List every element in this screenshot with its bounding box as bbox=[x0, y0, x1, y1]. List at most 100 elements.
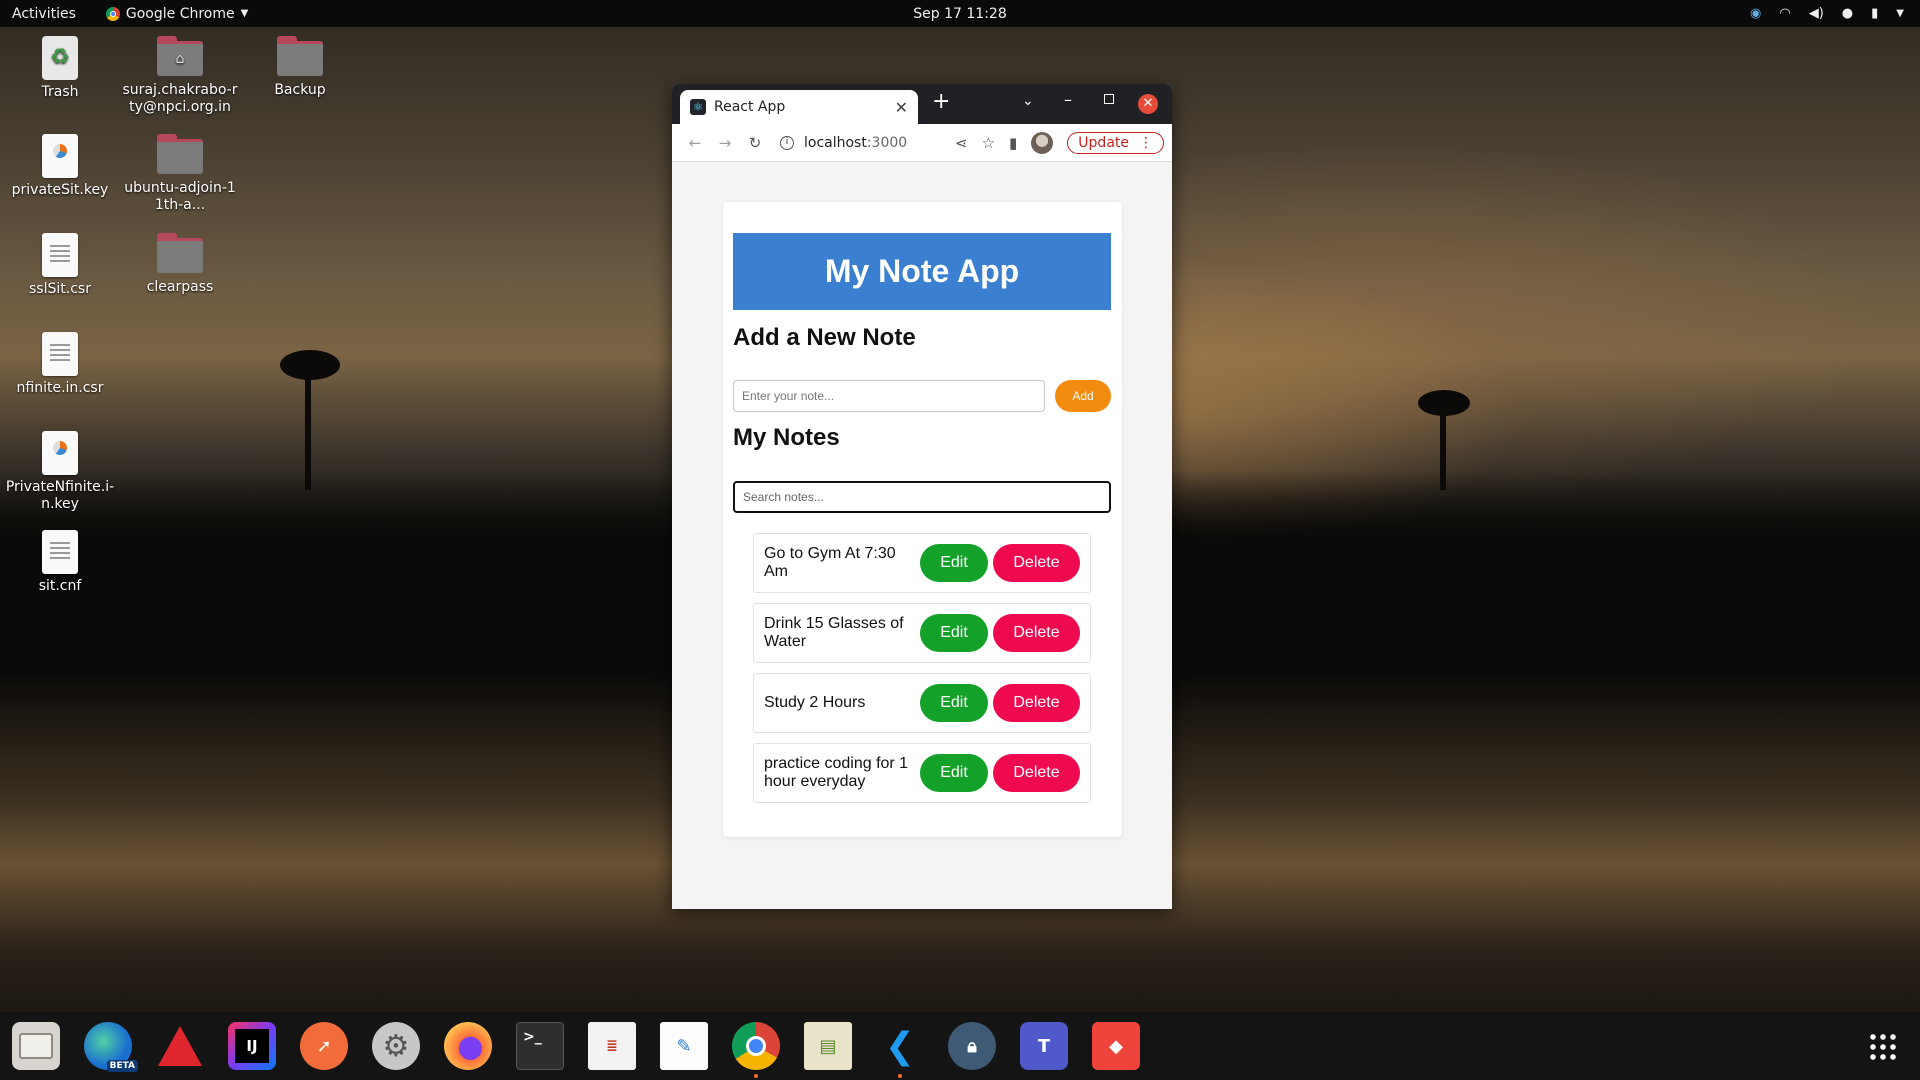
activities-button[interactable]: Activities bbox=[12, 6, 76, 22]
bookmark-star-icon[interactable]: ☆ bbox=[982, 134, 995, 152]
share-icon[interactable]: ⋖ bbox=[955, 134, 968, 152]
maximize-button[interactable] bbox=[1104, 94, 1114, 104]
note-app-card: My Note App Add a New Note Add My Notes … bbox=[723, 202, 1122, 837]
update-label: Update bbox=[1078, 134, 1129, 151]
delete-note-button[interactable]: Delete bbox=[993, 544, 1080, 582]
files-icon[interactable] bbox=[12, 1022, 60, 1070]
tab-search-chevron-icon[interactable]: ⌄ bbox=[1022, 93, 1034, 109]
address-bar[interactable]: i localhost:3000 bbox=[780, 135, 907, 151]
url-port: :3000 bbox=[866, 134, 908, 151]
app-title: My Note App bbox=[733, 233, 1111, 310]
text-editor-icon[interactable]: ✎ bbox=[660, 1022, 708, 1070]
desktop-icon-backup[interactable]: Backup bbox=[240, 36, 360, 99]
key-file-icon bbox=[42, 134, 78, 178]
new-tab-button[interactable]: + bbox=[932, 89, 950, 114]
edit-note-button[interactable]: Edit bbox=[920, 684, 988, 722]
desktop-icon-trash[interactable]: ♻ Trash bbox=[0, 36, 120, 101]
folder-icon bbox=[277, 36, 323, 76]
desktop-icon-label: suraj.chakrabo-rty@npci.org.in bbox=[122, 82, 238, 115]
dock: BETA IJ ➚ ⚙ >_ ≣ ✎ ▤ ❮ 🔒︎ T ◆ bbox=[0, 1012, 1920, 1080]
search-notes-input[interactable] bbox=[733, 481, 1111, 513]
clock[interactable]: Sep 17 11:28 bbox=[913, 6, 1006, 22]
note-text: Drink 15 Glasses of Water bbox=[764, 615, 904, 650]
beta-badge: BETA bbox=[106, 1060, 138, 1072]
volume-icon: ◀) bbox=[1808, 6, 1824, 21]
browser-toolbar: ← → ↻ i localhost:3000 ⋖ ☆ ▮ Update ⋮ bbox=[672, 124, 1172, 162]
trash-icon: ♻ bbox=[42, 36, 78, 80]
back-arrow-icon[interactable]: ← bbox=[680, 134, 710, 152]
file-roller-icon[interactable]: ▤ bbox=[804, 1022, 852, 1070]
page-viewport: My Note App Add a New Note Add My Notes … bbox=[672, 162, 1172, 909]
chrome-icon[interactable] bbox=[732, 1022, 780, 1078]
key-file-icon bbox=[42, 431, 78, 475]
desktop-icon-clearpass[interactable]: clearpass bbox=[120, 233, 240, 296]
vscode-icon[interactable]: ❮ bbox=[876, 1022, 924, 1078]
close-window-button[interactable]: ✕ bbox=[1138, 94, 1158, 114]
desktop-icon-home-folder[interactable]: ⌂ suraj.chakrabo-rty@npci.org.in bbox=[120, 36, 240, 116]
angular-icon[interactable] bbox=[156, 1022, 204, 1070]
folder-icon bbox=[157, 233, 203, 273]
desktop-icon-label: Backup bbox=[274, 82, 326, 98]
my-notes-heading: My Notes bbox=[733, 424, 840, 451]
desktop-icon-privatenfinite-key[interactable]: PrivateNfinite.i-n.key bbox=[0, 431, 120, 513]
reload-icon[interactable]: ↻ bbox=[740, 134, 770, 152]
desktop-icon-privatesit-key[interactable]: privateSit.key bbox=[0, 134, 120, 199]
show-applications-icon[interactable] bbox=[1868, 1032, 1898, 1062]
desktop-icon-label: nfinite.in.csr bbox=[16, 380, 104, 396]
vpn-indicator-icon: ◉ bbox=[1750, 6, 1762, 21]
add-note-heading: Add a New Note bbox=[733, 324, 916, 351]
desktop-icon-label: clearpass bbox=[146, 279, 214, 295]
url-host: localhost bbox=[804, 134, 867, 151]
profile-avatar[interactable] bbox=[1031, 131, 1054, 154]
wallpaper-palm-crown bbox=[280, 350, 340, 380]
note-input[interactable] bbox=[733, 380, 1045, 412]
teams-icon[interactable]: T bbox=[1020, 1022, 1068, 1070]
tab-strip[interactable]: ⚛ React App ✕ + ⌄ – ✕ bbox=[672, 84, 1172, 124]
edit-note-button[interactable]: Edit bbox=[920, 754, 988, 792]
add-note-button[interactable]: Add bbox=[1055, 380, 1111, 412]
vpn-icon[interactable]: 🔒︎ bbox=[948, 1022, 996, 1070]
desktop-icon-label: ubuntu-adjoin-11th-a... bbox=[124, 180, 236, 213]
desktop-icon-ubuntu-adjoin[interactable]: ubuntu-adjoin-11th-a... bbox=[120, 134, 240, 214]
desktop-icon-nfinite-csr[interactable]: nfinite.in.csr bbox=[0, 332, 120, 397]
desktop-icon-sit-cnf[interactable]: sit.cnf bbox=[0, 530, 120, 595]
system-tray[interactable]: ◉ ◠ ◀) ● ▮ ▼ bbox=[1750, 6, 1904, 21]
firefox-icon[interactable] bbox=[444, 1022, 492, 1070]
wifi-icon: ◠ bbox=[1779, 6, 1791, 21]
terminal-icon[interactable]: >_ bbox=[516, 1022, 564, 1070]
battery-icon: ▮ bbox=[1871, 6, 1879, 21]
update-button[interactable]: Update ⋮ bbox=[1067, 131, 1164, 154]
forward-arrow-icon[interactable]: → bbox=[710, 134, 740, 152]
desktop-icon-label: sslSit.csr bbox=[29, 281, 91, 297]
delete-note-button[interactable]: Delete bbox=[993, 684, 1080, 722]
note-text: Go to Gym At 7:30 Am bbox=[764, 545, 896, 580]
edge-beta-icon[interactable]: BETA bbox=[84, 1022, 138, 1072]
document-viewer-icon[interactable]: ≣ bbox=[588, 1022, 636, 1070]
edit-note-button[interactable]: Edit bbox=[920, 614, 988, 652]
edit-note-button[interactable]: Edit bbox=[920, 544, 988, 582]
side-panel-icon[interactable]: ▮ bbox=[1009, 134, 1017, 152]
wallpaper-palm-crown bbox=[1418, 390, 1470, 416]
folder-icon bbox=[157, 134, 203, 174]
desktop-icon-sslsit-csr[interactable]: sslSit.csr bbox=[0, 233, 120, 298]
delete-note-button[interactable]: Delete bbox=[993, 754, 1080, 792]
minimize-button[interactable]: – bbox=[1064, 90, 1072, 109]
settings-icon[interactable]: ⚙ bbox=[372, 1022, 420, 1070]
app-menu[interactable]: Google Chrome ▼ bbox=[105, 5, 248, 22]
note-item: Drink 15 Glasses of Water Edit Delete bbox=[753, 603, 1091, 663]
close-tab-icon[interactable]: ✕ bbox=[895, 98, 908, 117]
site-info-icon[interactable]: i bbox=[780, 135, 794, 150]
note-item: Go to Gym At 7:30 Am Edit Delete bbox=[753, 533, 1091, 593]
desktop-icon-label: privateSit.key bbox=[11, 182, 109, 198]
delete-note-button[interactable]: Delete bbox=[993, 614, 1080, 652]
app-menu-label: Google Chrome bbox=[125, 5, 235, 22]
postman-icon[interactable]: ➚ bbox=[300, 1022, 348, 1070]
home-folder-icon: ⌂ bbox=[157, 36, 203, 76]
anydesk-icon[interactable]: ◆ bbox=[1092, 1022, 1140, 1070]
react-icon: ⚛ bbox=[690, 99, 706, 115]
intellij-icon[interactable]: IJ bbox=[228, 1022, 276, 1070]
desktop-icon-label: Trash bbox=[41, 84, 79, 100]
chrome-window: ⚛ React App ✕ + ⌄ – ✕ ← → ↻ i localhost:… bbox=[672, 84, 1172, 909]
tab-react-app[interactable]: ⚛ React App ✕ bbox=[680, 90, 918, 124]
note-item: Study 2 Hours Edit Delete bbox=[753, 673, 1091, 733]
